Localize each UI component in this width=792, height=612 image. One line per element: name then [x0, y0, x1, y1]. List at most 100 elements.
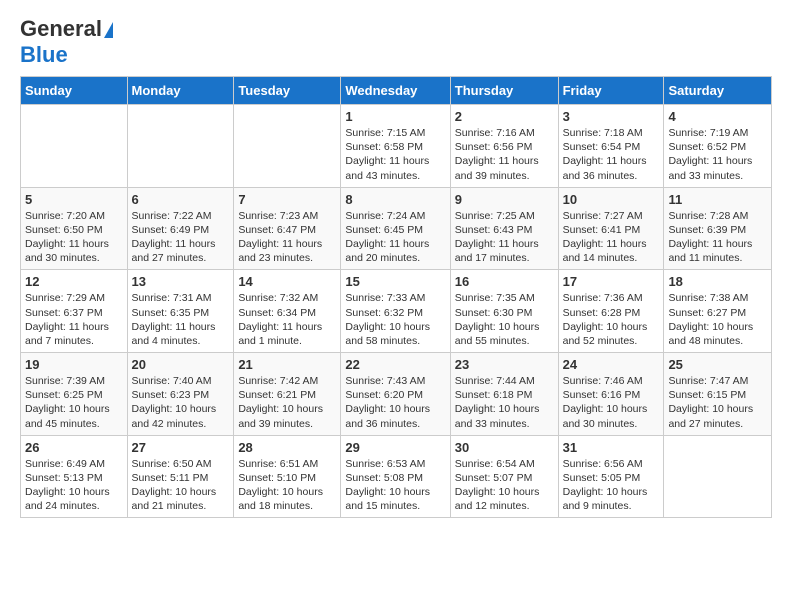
calendar-cell: 19 Sunrise: 7:39 AM Sunset: 6:25 PM Dayli… [21, 353, 128, 436]
day-info: Sunrise: 7:44 AM Sunset: 6:18 PM Dayligh… [455, 374, 554, 431]
day-number: 6 [132, 192, 230, 207]
calendar-cell: 13 Sunrise: 7:31 AM Sunset: 6:35 PM Dayli… [127, 270, 234, 353]
day-info: Sunrise: 7:23 AM Sunset: 6:47 PM Dayligh… [238, 209, 336, 266]
weekday-header-tuesday: Tuesday [234, 77, 341, 105]
day-info: Sunrise: 7:15 AM Sunset: 6:58 PM Dayligh… [345, 126, 445, 183]
day-number: 18 [668, 274, 767, 289]
calendar-cell: 22 Sunrise: 7:43 AM Sunset: 6:20 PM Dayli… [341, 353, 450, 436]
day-number: 17 [563, 274, 660, 289]
weekday-header-sunday: Sunday [21, 77, 128, 105]
day-number: 30 [455, 440, 554, 455]
day-number: 4 [668, 109, 767, 124]
day-number: 26 [25, 440, 123, 455]
day-number: 14 [238, 274, 336, 289]
day-info: Sunrise: 7:47 AM Sunset: 6:15 PM Dayligh… [668, 374, 767, 431]
logo-blue: Blue [20, 42, 68, 68]
calendar-cell [127, 105, 234, 188]
calendar-cell: 1 Sunrise: 7:15 AM Sunset: 6:58 PM Daylig… [341, 105, 450, 188]
calendar-cell [234, 105, 341, 188]
day-info: Sunrise: 7:39 AM Sunset: 6:25 PM Dayligh… [25, 374, 123, 431]
calendar-cell: 4Sunrise: 7:19 AM Sunset: 6:52 PM Daylig… [664, 105, 772, 188]
calendar-cell: 23 Sunrise: 7:44 AM Sunset: 6:18 PM Dayli… [450, 353, 558, 436]
day-info: Sunrise: 7:29 AM Sunset: 6:37 PM Dayligh… [25, 291, 123, 348]
calendar-cell: 8 Sunrise: 7:24 AM Sunset: 6:45 PM Daylig… [341, 187, 450, 270]
calendar-cell: 20Sunrise: 7:40 AM Sunset: 6:23 PM Dayli… [127, 353, 234, 436]
weekday-header-friday: Friday [558, 77, 664, 105]
day-info: Sunrise: 7:25 AM Sunset: 6:43 PM Dayligh… [455, 209, 554, 266]
day-info: Sunrise: 7:46 AM Sunset: 6:16 PM Dayligh… [563, 374, 660, 431]
calendar-cell: 29 Sunrise: 6:53 AM Sunset: 5:08 PM Dayli… [341, 435, 450, 518]
day-number: 9 [455, 192, 554, 207]
calendar-cell: 30 Sunrise: 6:54 AM Sunset: 5:07 PM Dayli… [450, 435, 558, 518]
calendar-table: SundayMondayTuesdayWednesdayThursdayFrid… [20, 76, 772, 518]
calendar-cell: 18 Sunrise: 7:38 AM Sunset: 6:27 PM Dayli… [664, 270, 772, 353]
day-info: Sunrise: 7:22 AM Sunset: 6:49 PM Dayligh… [132, 209, 230, 266]
calendar-cell: 7 Sunrise: 7:23 AM Sunset: 6:47 PM Daylig… [234, 187, 341, 270]
day-number: 21 [238, 357, 336, 372]
day-info: Sunrise: 7:18 AM Sunset: 6:54 PM Dayligh… [563, 126, 660, 183]
day-number: 22 [345, 357, 445, 372]
day-info: Sunrise: 7:38 AM Sunset: 6:27 PM Dayligh… [668, 291, 767, 348]
day-info: Sunrise: 6:49 AM Sunset: 5:13 PM Dayligh… [25, 457, 123, 514]
calendar-cell: 2Sunrise: 7:16 AM Sunset: 6:56 PM Daylig… [450, 105, 558, 188]
calendar-cell: 27 Sunrise: 6:50 AM Sunset: 5:11 PM Dayli… [127, 435, 234, 518]
calendar-cell: 15 Sunrise: 7:33 AM Sunset: 6:32 PM Dayli… [341, 270, 450, 353]
day-number: 16 [455, 274, 554, 289]
calendar-cell: 24Sunrise: 7:46 AM Sunset: 6:16 PM Dayli… [558, 353, 664, 436]
logo-general: General [20, 16, 113, 42]
calendar-cell: 17 Sunrise: 7:36 AM Sunset: 6:28 PM Dayli… [558, 270, 664, 353]
calendar-cell: 25 Sunrise: 7:47 AM Sunset: 6:15 PM Dayli… [664, 353, 772, 436]
day-number: 23 [455, 357, 554, 372]
calendar-cell: 14 Sunrise: 7:32 AM Sunset: 6:34 PM Dayli… [234, 270, 341, 353]
day-info: Sunrise: 7:43 AM Sunset: 6:20 PM Dayligh… [345, 374, 445, 431]
weekday-header-thursday: Thursday [450, 77, 558, 105]
day-number: 31 [563, 440, 660, 455]
weekday-header-saturday: Saturday [664, 77, 772, 105]
day-number: 2 [455, 109, 554, 124]
calendar-cell: 6 Sunrise: 7:22 AM Sunset: 6:49 PM Daylig… [127, 187, 234, 270]
day-number: 13 [132, 274, 230, 289]
calendar-cell: 9 Sunrise: 7:25 AM Sunset: 6:43 PM Daylig… [450, 187, 558, 270]
day-info: Sunrise: 7:36 AM Sunset: 6:28 PM Dayligh… [563, 291, 660, 348]
day-number: 3 [563, 109, 660, 124]
day-number: 15 [345, 274, 445, 289]
day-info: Sunrise: 6:50 AM Sunset: 5:11 PM Dayligh… [132, 457, 230, 514]
day-number: 1 [345, 109, 445, 124]
day-info: Sunrise: 7:20 AM Sunset: 6:50 PM Dayligh… [25, 209, 123, 266]
day-info: Sunrise: 7:35 AM Sunset: 6:30 PM Dayligh… [455, 291, 554, 348]
day-number: 25 [668, 357, 767, 372]
day-number: 28 [238, 440, 336, 455]
calendar-cell: 21 Sunrise: 7:42 AM Sunset: 6:21 PM Dayli… [234, 353, 341, 436]
calendar-cell: 10 Sunrise: 7:27 AM Sunset: 6:41 PM Dayli… [558, 187, 664, 270]
day-number: 11 [668, 192, 767, 207]
day-info: Sunrise: 7:32 AM Sunset: 6:34 PM Dayligh… [238, 291, 336, 348]
day-number: 7 [238, 192, 336, 207]
weekday-header-monday: Monday [127, 77, 234, 105]
day-info: Sunrise: 6:54 AM Sunset: 5:07 PM Dayligh… [455, 457, 554, 514]
day-number: 8 [345, 192, 445, 207]
day-info: Sunrise: 7:27 AM Sunset: 6:41 PM Dayligh… [563, 209, 660, 266]
calendar-cell [664, 435, 772, 518]
day-info: Sunrise: 7:31 AM Sunset: 6:35 PM Dayligh… [132, 291, 230, 348]
day-info: Sunrise: 6:56 AM Sunset: 5:05 PM Dayligh… [563, 457, 660, 514]
weekday-header-wednesday: Wednesday [341, 77, 450, 105]
day-info: Sunrise: 6:51 AM Sunset: 5:10 PM Dayligh… [238, 457, 336, 514]
day-info: Sunrise: 7:42 AM Sunset: 6:21 PM Dayligh… [238, 374, 336, 431]
day-info: Sunrise: 7:40 AM Sunset: 6:23 PM Dayligh… [132, 374, 230, 431]
page-header: General Blue [20, 16, 772, 68]
day-number: 5 [25, 192, 123, 207]
calendar-cell: 26 Sunrise: 6:49 AM Sunset: 5:13 PM Dayli… [21, 435, 128, 518]
day-number: 27 [132, 440, 230, 455]
calendar-cell: 16 Sunrise: 7:35 AM Sunset: 6:30 PM Dayli… [450, 270, 558, 353]
calendar-cell [21, 105, 128, 188]
calendar-cell: 5 Sunrise: 7:20 AM Sunset: 6:50 PM Daylig… [21, 187, 128, 270]
day-info: Sunrise: 6:53 AM Sunset: 5:08 PM Dayligh… [345, 457, 445, 514]
day-number: 10 [563, 192, 660, 207]
calendar-cell: 3 Sunrise: 7:18 AM Sunset: 6:54 PM Daylig… [558, 105, 664, 188]
calendar-cell: 31 Sunrise: 6:56 AM Sunset: 5:05 PM Dayli… [558, 435, 664, 518]
day-number: 19 [25, 357, 123, 372]
day-number: 29 [345, 440, 445, 455]
day-info: Sunrise: 7:33 AM Sunset: 6:32 PM Dayligh… [345, 291, 445, 348]
logo: General Blue [20, 16, 113, 68]
day-info: Sunrise: 7:24 AM Sunset: 6:45 PM Dayligh… [345, 209, 445, 266]
